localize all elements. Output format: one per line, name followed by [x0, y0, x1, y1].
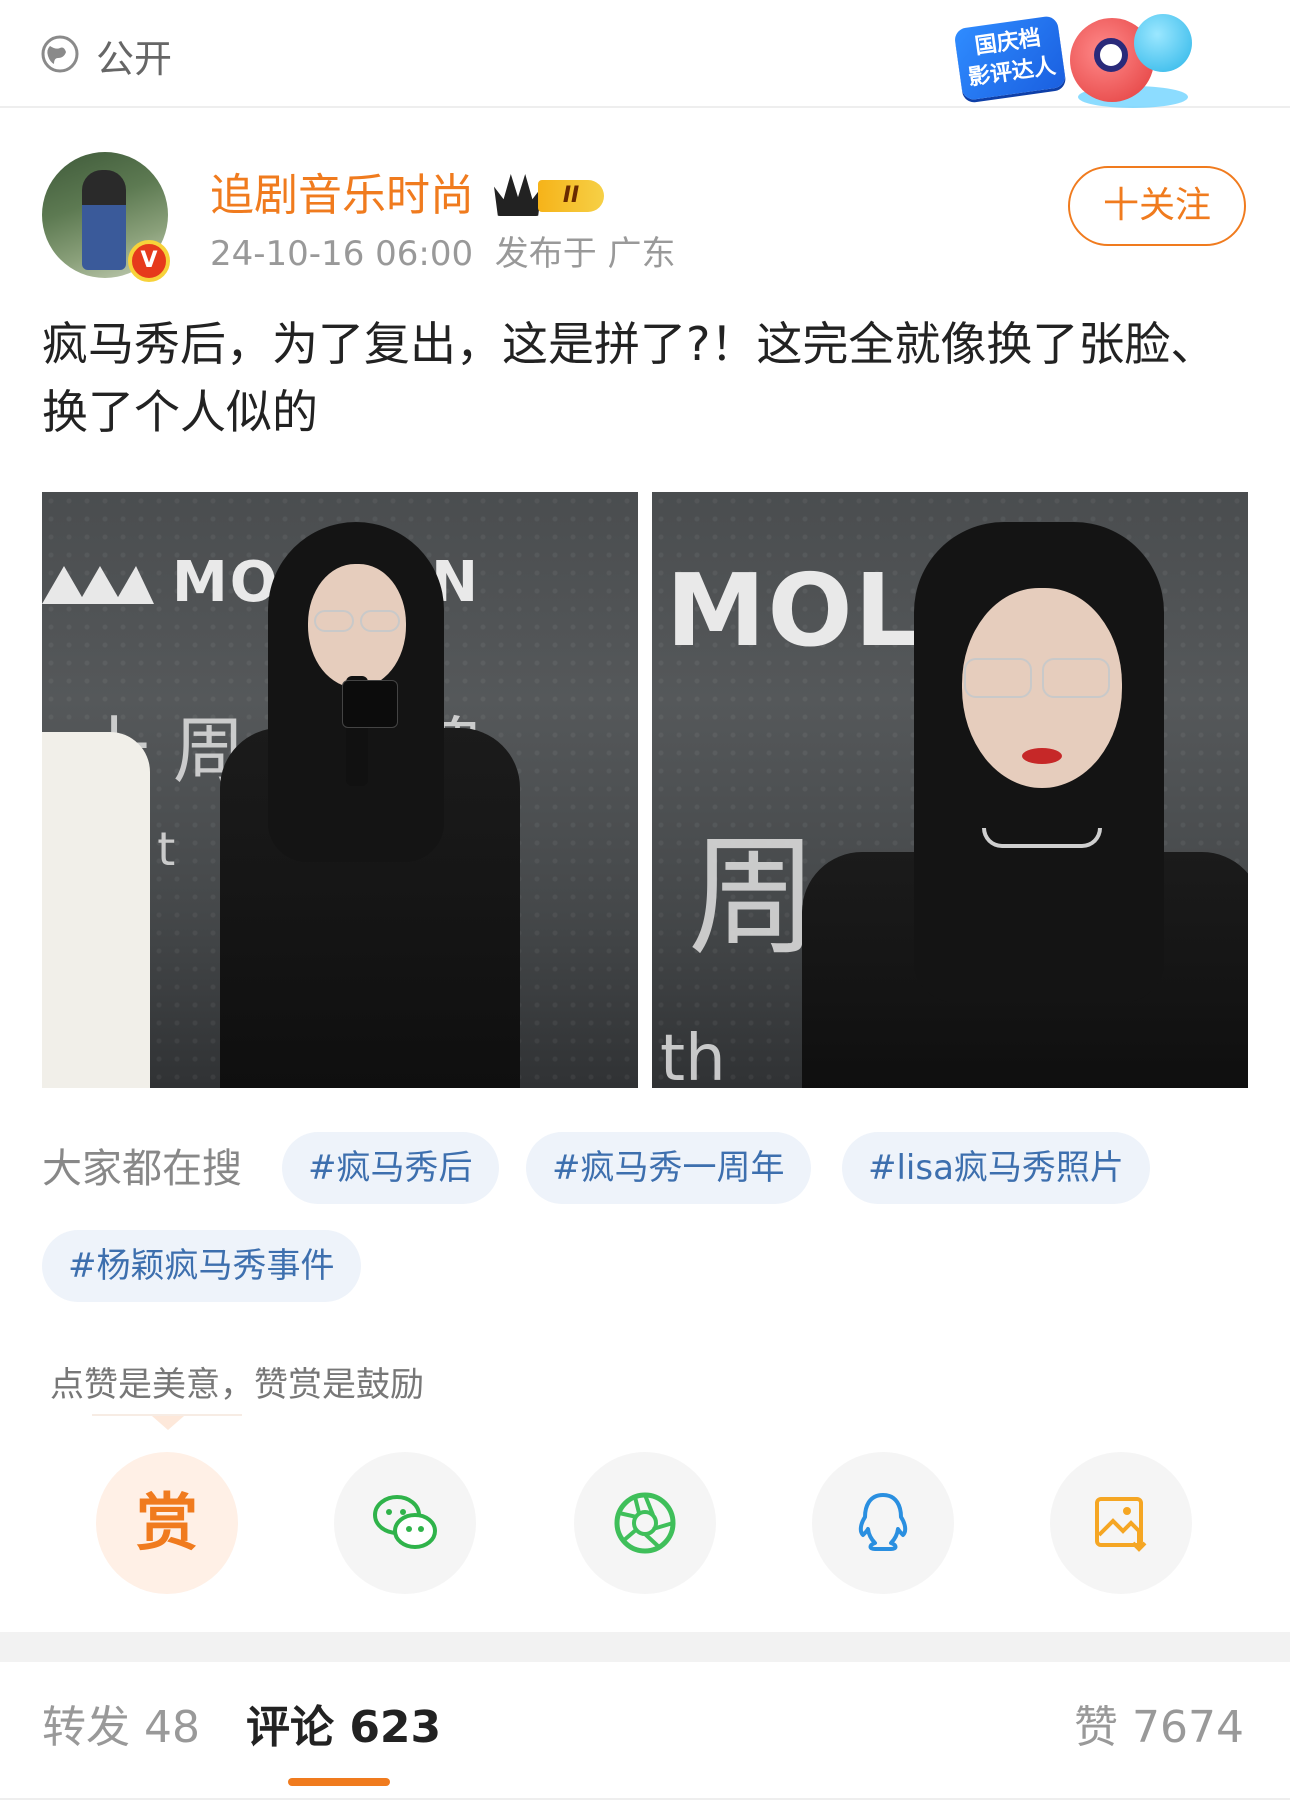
post-text: 疯马秀后，为了复出，这是拼了?！这完全就像换了张脸、换了个人似的 [42, 317, 1217, 439]
hot-search-tag[interactable]: #lisa疯马秀照片 [842, 1132, 1150, 1204]
reward-button[interactable]: 赏 [96, 1452, 238, 1594]
follow-button[interactable]: 十关注 [1068, 166, 1246, 246]
post-photo-2[interactable]: MOLS 周 th [652, 492, 1248, 1088]
moments-icon [614, 1492, 676, 1554]
wall-small-text: th [660, 1022, 726, 1088]
active-tab-indicator [288, 1778, 390, 1786]
qq-icon [858, 1493, 908, 1551]
lips [1022, 748, 1062, 764]
mic-flag [342, 680, 398, 728]
tab-repost[interactable]: 转发 48 [42, 1700, 200, 1756]
wall-cjk-text: 周 [688, 821, 819, 973]
post-timestamp: 24-10-16 06:00 [210, 234, 474, 274]
reward-label: 赏 [135, 1486, 198, 1559]
glasses [360, 610, 400, 632]
globe-icon [41, 35, 79, 73]
tab-like[interactable]: 赞 7674 [1074, 1700, 1244, 1756]
wechat-icon [373, 1495, 437, 1549]
event-badge-text: 国庆档 影评达人 [953, 15, 1067, 101]
hot-search-tag[interactable]: #疯马秀一周年 [526, 1132, 811, 1204]
mascot-orb [1134, 14, 1192, 72]
visibility-bar: 公开 国庆档 影评达人 [0, 0, 1290, 108]
share-qq-button[interactable] [812, 1452, 954, 1594]
verified-badge: V [128, 240, 170, 282]
necklace [982, 828, 1102, 848]
save-image-icon [1095, 1497, 1147, 1552]
glasses [964, 658, 1032, 698]
crown-shape [494, 174, 542, 216]
share-moments-button[interactable] [574, 1452, 716, 1594]
hot-search-tag[interactable]: #杨颖疯马秀事件 [42, 1230, 361, 1302]
side-person [42, 732, 150, 1088]
avatar-figure [82, 170, 126, 270]
event-badge[interactable]: 国庆档 影评达人 [953, 12, 1208, 112]
post-location: 发布于 广东 [494, 234, 676, 274]
hint-arrow [152, 1416, 184, 1430]
mascot-eye [1094, 38, 1128, 72]
post-photo-1[interactable]: MOL ON 十 周 品 牌 0t ERS [42, 492, 638, 1088]
hot-search-tag[interactable]: #疯马秀后 [282, 1132, 499, 1204]
brand-logo-mark [42, 566, 154, 604]
glasses [1042, 658, 1110, 698]
save-image-button[interactable] [1050, 1452, 1192, 1594]
visibility-label: 公开 [96, 37, 173, 81]
share-wechat-button[interactable] [334, 1452, 476, 1594]
reward-hint: 点赞是美意，赞赏是鼓励 [50, 1365, 424, 1405]
section-divider [0, 1632, 1290, 1662]
author-name[interactable]: 追剧音乐时尚 [210, 168, 474, 224]
member-crown-icon[interactable]: II [494, 174, 608, 216]
member-level: II [538, 180, 604, 212]
tab-comment[interactable]: 评论 623 [246, 1700, 441, 1756]
hot-search-label: 大家都在搜 [42, 1146, 242, 1192]
glasses [314, 610, 354, 632]
post-meta: 24-10-16 06:00 发布于 广东 [210, 232, 676, 276]
bottom-divider [0, 1798, 1290, 1800]
